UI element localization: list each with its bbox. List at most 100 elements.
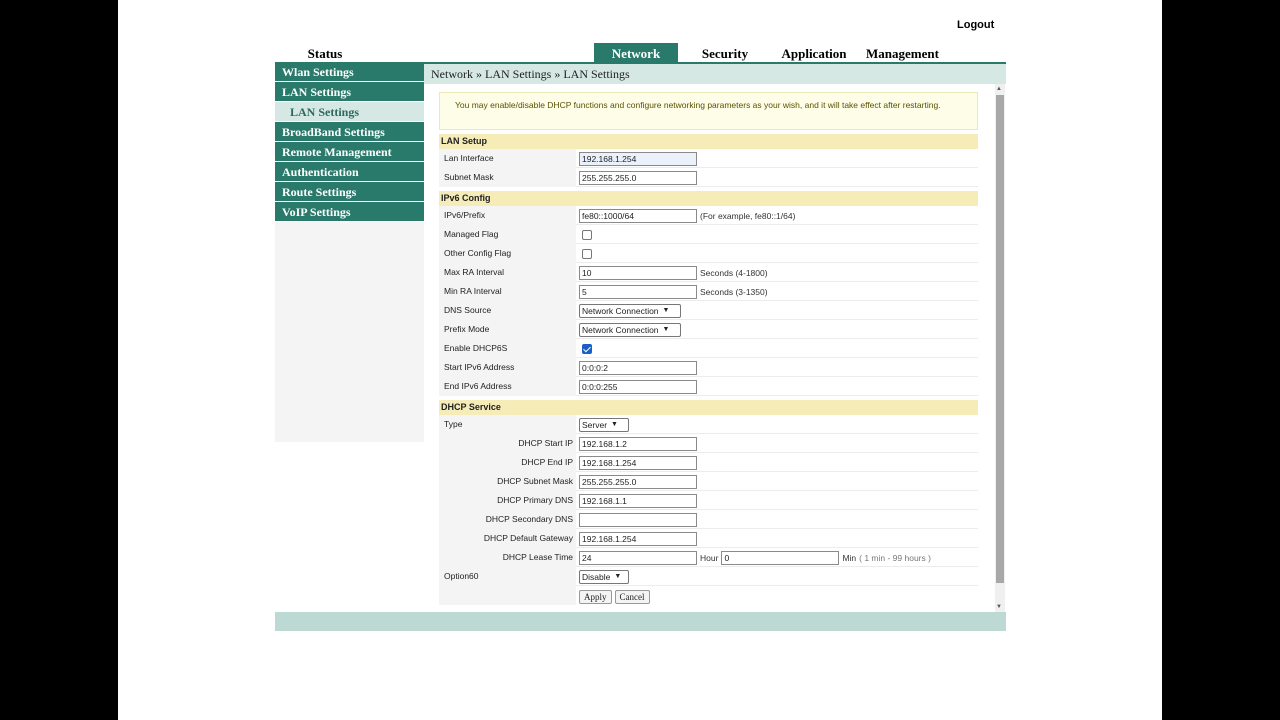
ipv6-prefix-input[interactable]	[579, 208, 697, 223]
form-row: Lan Interface	[439, 149, 978, 168]
sidebar: Wlan Settings LAN Settings LAN Settings …	[275, 62, 424, 442]
form-row: Start IPv6 Address	[439, 358, 978, 377]
dhcp-default-gateway-label: DHCP Default Gateway	[439, 529, 576, 548]
min-ra-interval-label: Min RA Interval	[439, 282, 576, 301]
sidebar-item-wlan[interactable]: Wlan Settings	[275, 62, 424, 82]
prefix-mode-label: Prefix Mode	[439, 320, 576, 339]
dhcp-secondary-dns-input[interactable]	[579, 512, 697, 527]
option60-label: Option60	[439, 567, 576, 586]
chevron-down-icon: ▼	[611, 421, 618, 428]
scroll-up-icon[interactable]: ▲	[996, 86, 1002, 92]
section-dhcp-service: DHCP Service	[439, 400, 978, 415]
other-config-flag-checkbox[interactable]	[582, 248, 592, 259]
prefix-mode-select[interactable]: Network Connection ▼	[579, 322, 681, 337]
chevron-down-icon: ▼	[614, 573, 622, 580]
apply-button[interactable]: Apply	[579, 590, 612, 604]
tab-status[interactable]: Status	[275, 43, 375, 62]
lease-hour-input[interactable]	[579, 550, 697, 565]
min-ra-interval-input[interactable]	[579, 284, 697, 299]
dhcp-type-select[interactable]: Server ▼	[579, 417, 629, 432]
dhcp-lease-time-label: DHCP Lease Time	[439, 548, 576, 567]
form-row: DHCP Start IP	[439, 434, 978, 453]
start-ipv6-input[interactable]	[579, 360, 697, 375]
sidebar-subitem-lan-settings[interactable]: LAN Settings	[275, 102, 424, 122]
dhcp-start-ip-label: DHCP Start IP	[439, 434, 576, 453]
form-row: DHCP Subnet Mask	[439, 472, 978, 491]
chevron-down-icon: ▼	[662, 326, 670, 333]
lan-interface-input[interactable]	[579, 151, 697, 166]
sidebar-item-lan[interactable]: LAN Settings	[275, 82, 424, 102]
max-ra-interval-label: Max RA Interval	[439, 263, 576, 282]
form-row: DHCP End IP	[439, 453, 978, 472]
sidebar-item-authentication[interactable]: Authentication	[275, 162, 424, 182]
form-row-buttons: Apply Cancel	[439, 586, 978, 605]
dhcp-start-ip-input[interactable]	[579, 436, 697, 451]
form-row: DHCP Secondary DNS	[439, 510, 978, 529]
settings-frame: You may enable/disable DHCP functions an…	[424, 84, 1006, 612]
prefix-mode-value: Network Connection	[582, 324, 659, 335]
dns-source-label: DNS Source	[439, 301, 576, 320]
ipv6-prefix-hint: (For example, fe80::1/64)	[700, 210, 796, 221]
vertical-scrollbar[interactable]: ▲ ▼	[995, 84, 1005, 612]
dhcp-primary-dns-input[interactable]	[579, 493, 697, 508]
form-row: Max RA Interval Seconds (4-1800)	[439, 263, 978, 282]
sidebar-item-remote-management[interactable]: Remote Management	[275, 142, 424, 162]
logout-link[interactable]: Logout	[957, 19, 994, 31]
tab-management[interactable]: Management	[856, 43, 949, 62]
end-ipv6-input[interactable]	[579, 379, 697, 394]
form-row: Enable DHCP6S	[439, 339, 978, 358]
sidebar-item-route[interactable]: Route Settings	[275, 182, 424, 202]
section-lan-setup: LAN Setup	[439, 134, 978, 149]
chevron-down-icon: ▼	[662, 307, 670, 314]
tab-application[interactable]: Application	[772, 43, 856, 62]
dhcp-subnet-mask-label: DHCP Subnet Mask	[439, 472, 576, 491]
form-row: Min RA Interval Seconds (3-1350)	[439, 282, 978, 301]
form-row: Type Server ▼	[439, 415, 978, 434]
form-row: Prefix Mode Network Connection ▼	[439, 320, 978, 339]
lan-interface-label: Lan Interface	[439, 149, 576, 168]
info-note: You may enable/disable DHCP functions an…	[439, 92, 978, 130]
form-row: DHCP Default Gateway	[439, 529, 978, 548]
managed-flag-checkbox[interactable]	[582, 229, 592, 240]
lease-min-input[interactable]	[721, 550, 840, 565]
sidebar-item-broadband[interactable]: BroadBand Settings	[275, 122, 424, 142]
scrollbar-thumb[interactable]	[996, 95, 1004, 583]
cancel-button[interactable]: Cancel	[614, 590, 650, 604]
top-nav: Status Network Security Application Mana…	[275, 43, 1006, 62]
lease-time-hint: ( 1 min - 99 hours )	[859, 552, 931, 563]
enable-dhcp6s-checkbox[interactable]	[582, 343, 592, 354]
dhcp-subnet-mask-input[interactable]	[579, 474, 697, 489]
dhcp-default-gateway-input[interactable]	[579, 531, 697, 546]
dhcp-end-ip-input[interactable]	[579, 455, 697, 470]
form-row: DHCP Lease Time Hour Min ( 1 min - 99 ho…	[439, 548, 978, 567]
end-ipv6-label: End IPv6 Address	[439, 377, 576, 396]
max-ra-interval-input[interactable]	[579, 265, 697, 280]
settings-form: You may enable/disable DHCP functions an…	[439, 92, 978, 605]
ipv6-prefix-label: IPv6/Prefix	[439, 206, 576, 225]
scroll-down-icon[interactable]: ▼	[996, 604, 1002, 610]
page: Logout Status Network Security Applicati…	[118, 0, 1162, 720]
dns-source-select[interactable]: Network Connection ▼	[579, 303, 681, 318]
sidebar-item-voip[interactable]: VoIP Settings	[275, 202, 424, 222]
other-config-flag-label: Other Config Flag	[439, 244, 576, 263]
subnet-mask-label: Subnet Mask	[439, 168, 576, 187]
footer-bar	[275, 612, 1006, 631]
max-ra-interval-hint: Seconds (4-1800)	[700, 267, 768, 278]
dhcp-type-value: Server	[582, 419, 608, 430]
option60-select[interactable]: Disable ▼	[579, 569, 629, 584]
tab-security[interactable]: Security	[678, 43, 772, 62]
dhcp-primary-dns-label: DHCP Primary DNS	[439, 491, 576, 510]
dhcp-end-ip-label: DHCP End IP	[439, 453, 576, 472]
form-row: IPv6/Prefix (For example, fe80::1/64)	[439, 206, 978, 225]
form-row: DNS Source Network Connection ▼	[439, 301, 978, 320]
dns-source-value: Network Connection	[582, 305, 659, 316]
buttons-label-cell	[439, 586, 576, 605]
form-row: Option60 Disable ▼	[439, 567, 978, 586]
form-row: Managed Flag	[439, 225, 978, 244]
tab-network[interactable]: Network	[594, 43, 678, 62]
lease-hour-unit: Hour	[700, 552, 719, 563]
form-row: Subnet Mask	[439, 168, 978, 187]
start-ipv6-label: Start IPv6 Address	[439, 358, 576, 377]
form-row: End IPv6 Address	[439, 377, 978, 396]
subnet-mask-input[interactable]	[579, 170, 697, 185]
